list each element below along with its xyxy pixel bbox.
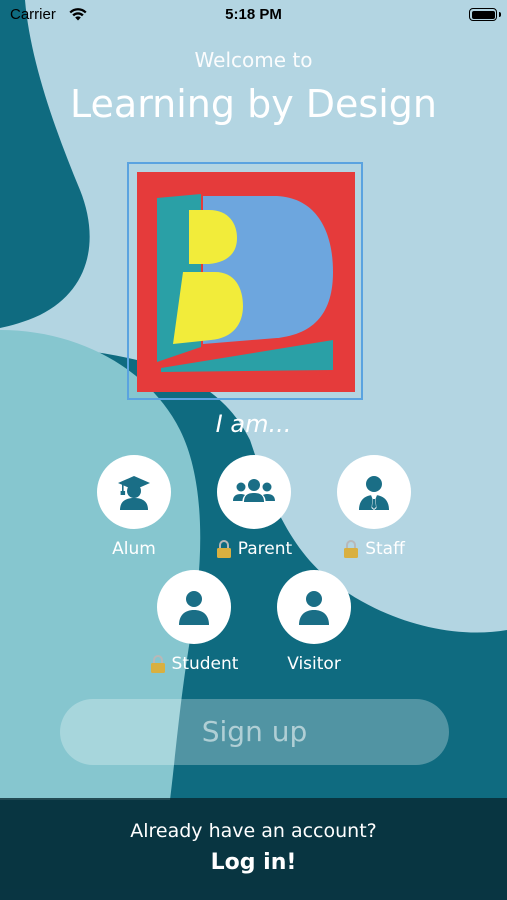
welcome-screen: Carrier 5:18 PM Welcome to Learning by D… [0, 0, 507, 900]
lock-icon [216, 540, 231, 558]
role-parent-button[interactable] [217, 455, 291, 529]
background-shapes [0, 0, 507, 900]
role-student-button[interactable] [157, 570, 231, 644]
role-visitor-button[interactable] [277, 570, 351, 644]
lbd-logo-icon [137, 172, 355, 392]
role-visitor-label: Visitor [287, 654, 341, 674]
role-visitor-label-row: Visitor [249, 654, 379, 674]
role-visitor[interactable]: Visitor [249, 570, 379, 674]
group-icon [233, 479, 275, 502]
role-staff[interactable]: Staff [309, 455, 439, 559]
clock-time: 5:18 PM [225, 6, 282, 23]
role-alum-label: Alum [112, 539, 156, 559]
logo [127, 162, 363, 400]
role-staff-label: Staff [365, 539, 405, 559]
role-parent-label: Parent [237, 539, 293, 559]
welcome-text: Welcome to [194, 48, 313, 72]
role-staff-button[interactable] [337, 455, 411, 529]
graduate-icon [118, 476, 150, 510]
person-icon [299, 591, 329, 625]
staff-person-icon [359, 476, 389, 510]
app-title: Learning by Design [70, 82, 437, 126]
lock-icon [344, 540, 359, 558]
person-icon [179, 591, 209, 625]
login-link[interactable]: Log in! [0, 850, 507, 875]
role-prompt: I am... [215, 410, 292, 438]
role-student[interactable]: Student [129, 570, 259, 674]
signup-button[interactable]: Sign up [60, 699, 449, 765]
lock-icon [150, 655, 165, 673]
role-student-label: Student [171, 654, 239, 674]
status-bar: Carrier 5:18 PM [0, 0, 507, 30]
role-parent-label-row: Parent [189, 539, 319, 559]
battery-icon [469, 8, 501, 21]
role-student-label-row: Student [129, 654, 259, 674]
role-alum[interactable]: Alum [69, 455, 199, 559]
login-footer: Already have an account? Log in! [0, 798, 507, 900]
account-question: Already have an account? [130, 820, 377, 842]
role-parent[interactable]: Parent [189, 455, 319, 559]
role-alum-label-row: Alum [69, 539, 199, 559]
role-alum-button[interactable] [97, 455, 171, 529]
role-staff-label-row: Staff [309, 539, 439, 559]
